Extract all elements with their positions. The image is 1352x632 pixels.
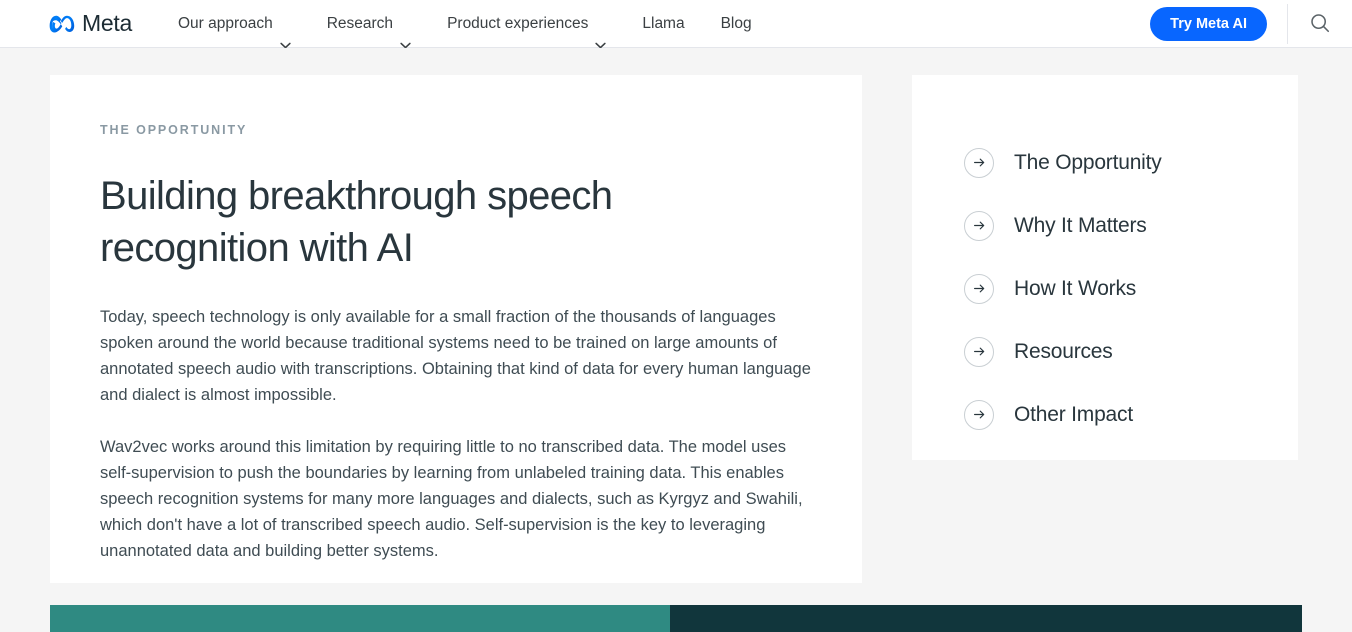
meta-logo-link[interactable]: Meta — [48, 12, 132, 35]
nav-item-llama[interactable]: Llama — [624, 0, 702, 48]
arrow-right-circle-icon — [964, 336, 994, 367]
primary-navigation: Our approach Research Product experience… — [177, 0, 770, 49]
body-paragraph-2: Wav2vec works around this limitation by … — [100, 438, 803, 560]
chevron-down-icon — [400, 21, 411, 49]
color-band-dark-teal — [670, 605, 1302, 632]
jump-link-label: Resources — [1014, 339, 1113, 363]
opportunity-content-card: THE OPPORTUNITY Building breakthrough sp… — [50, 75, 862, 583]
nav-label: Product experiences — [447, 14, 589, 32]
arrow-right-circle-icon — [964, 147, 994, 178]
jump-link-label: The Opportunity — [1014, 150, 1162, 174]
meta-infinity-logo-icon — [48, 15, 75, 33]
chevron-down-icon — [280, 21, 291, 49]
color-band-teal — [50, 605, 670, 632]
nav-label: Llama — [642, 14, 685, 32]
site-header: Meta Our approach Research Product exper… — [0, 0, 1352, 49]
arrow-right-circle-icon — [964, 210, 994, 241]
jump-link-label: Why It Matters — [1014, 213, 1147, 237]
nav-item-research[interactable]: Research — [309, 0, 429, 49]
jump-link-label: Other Impact — [1014, 402, 1133, 426]
nav-label: Research — [326, 14, 394, 32]
bottom-color-bands — [50, 605, 1302, 632]
page-body: THE OPPORTUNITY Building breakthrough sp… — [0, 48, 1352, 632]
nav-item-our-approach[interactable]: Our approach — [177, 0, 309, 49]
jump-link-label: How It Works — [1014, 276, 1137, 300]
brand-name: Meta — [82, 10, 132, 36]
nav-label: Blog — [720, 14, 752, 32]
jump-link-other-impact[interactable]: Other Impact — [912, 383, 1298, 446]
try-meta-ai-button[interactable]: Try Meta AI — [1150, 7, 1267, 41]
search-button[interactable] — [1288, 0, 1352, 48]
jump-link-the-opportunity[interactable]: The Opportunity — [912, 131, 1298, 194]
jump-link-list: The Opportunity Why It Matters How It Wo… — [912, 131, 1298, 446]
nav-item-product-experiences[interactable]: Product experiences — [429, 0, 624, 49]
search-icon — [1309, 12, 1331, 37]
jump-link-why-it-matters[interactable]: Why It Matters — [912, 194, 1298, 257]
arrow-right-circle-icon — [964, 273, 994, 304]
arrow-right-circle-icon — [964, 399, 994, 430]
section-jump-nav-card: The Opportunity Why It Matters How It Wo… — [912, 75, 1298, 460]
chevron-down-icon — [595, 21, 607, 49]
section-eyebrow-label: THE OPPORTUNITY — [100, 123, 248, 137]
nav-label: Our approach — [177, 14, 273, 32]
body-paragraph-1: Today, speech technology is only availab… — [100, 308, 811, 404]
page-title: Building breakthrough speech recognition… — [100, 174, 613, 270]
jump-link-resources[interactable]: Resources — [912, 320, 1298, 383]
jump-link-how-it-works[interactable]: How It Works — [912, 257, 1298, 320]
nav-item-blog[interactable]: Blog — [703, 0, 770, 48]
header-actions: Try Meta AI — [1150, 0, 1352, 48]
